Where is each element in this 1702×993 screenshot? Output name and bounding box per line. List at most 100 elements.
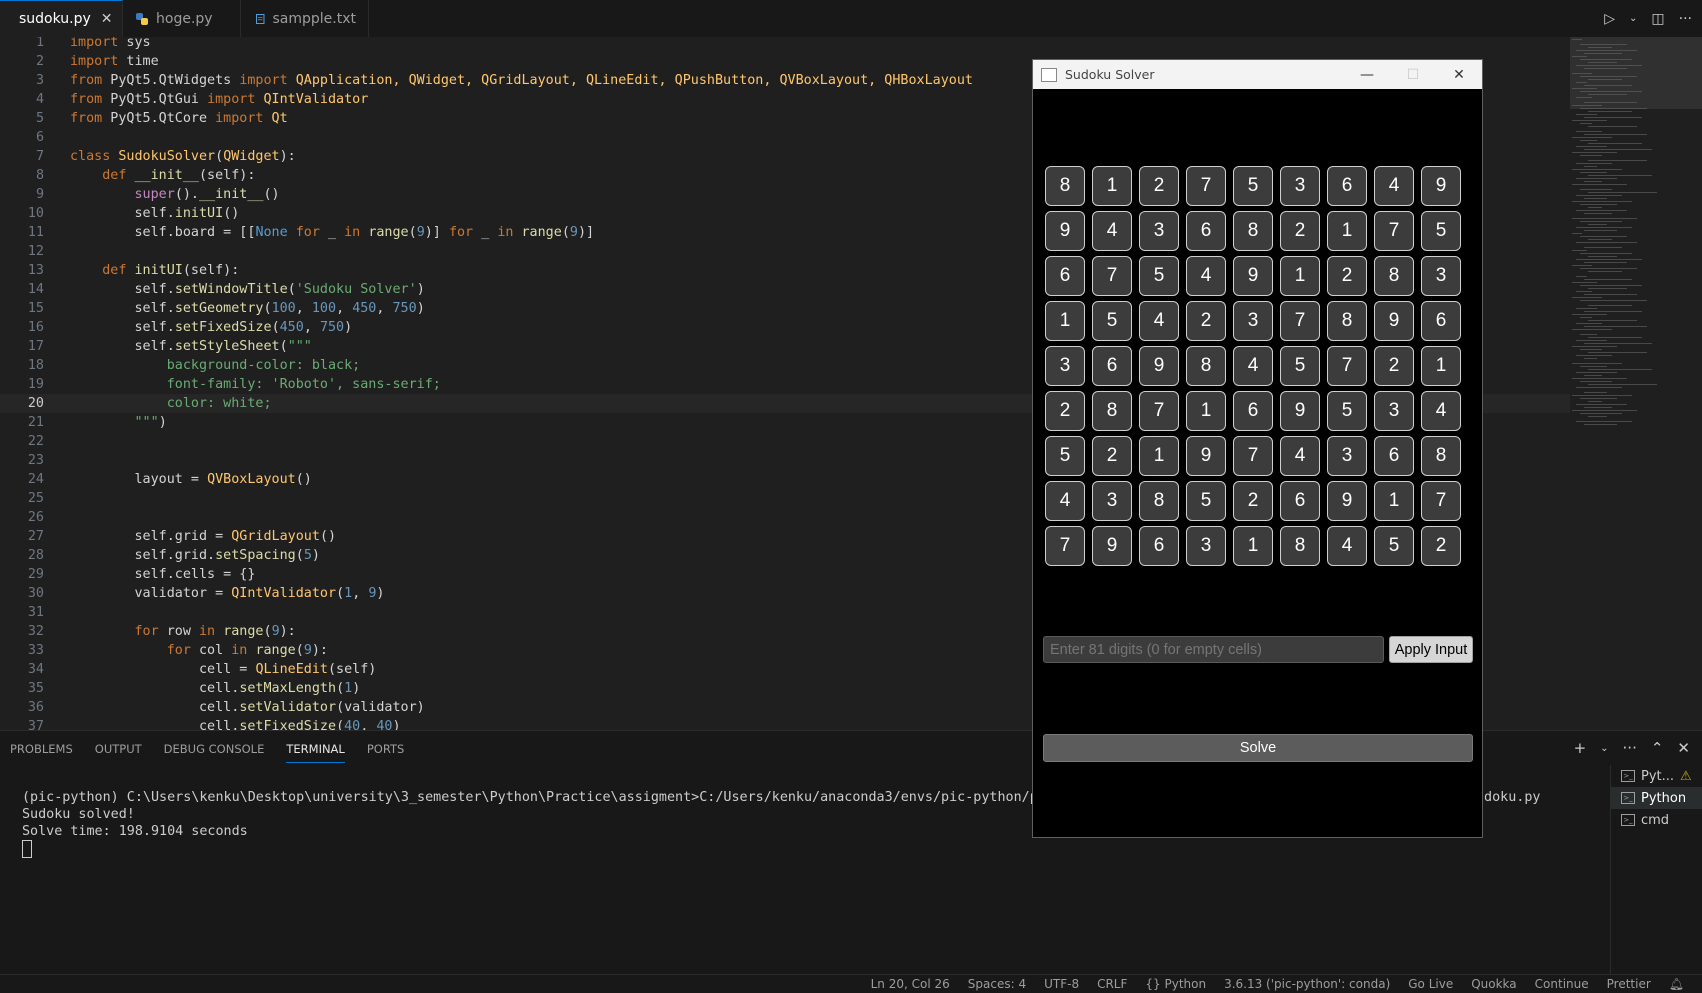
sudoku-cell[interactable]: 1 [1092, 166, 1132, 206]
sudoku-cell[interactable]: 1 [1280, 256, 1320, 296]
sudoku-cell[interactable]: 1 [1374, 481, 1414, 521]
status-language[interactable]: {} Python [1145, 977, 1206, 991]
minimize-button[interactable]: — [1344, 60, 1390, 89]
sudoku-cell[interactable]: 9 [1186, 436, 1226, 476]
digits-input[interactable] [1043, 636, 1384, 663]
sudoku-cell[interactable]: 4 [1186, 256, 1226, 296]
status-prettier[interactable]: Prettier [1607, 977, 1651, 991]
sudoku-cell[interactable]: 2 [1092, 436, 1132, 476]
status-go-live[interactable]: Go Live [1408, 977, 1453, 991]
more-icon[interactable]: ··· [1679, 11, 1692, 27]
apply-input-button[interactable]: Apply Input [1389, 636, 1473, 663]
window-title-bar[interactable]: Sudoku Solver — ☐ ✕ [1033, 60, 1482, 89]
close-button[interactable]: ✕ [1436, 60, 1482, 89]
sudoku-cell[interactable]: 4 [1374, 166, 1414, 206]
sudoku-cell[interactable]: 3 [1280, 166, 1320, 206]
sudoku-cell[interactable]: 9 [1139, 346, 1179, 386]
sudoku-cell[interactable]: 3 [1421, 256, 1461, 296]
sudoku-cell[interactable]: 1 [1421, 346, 1461, 386]
more-icon[interactable]: ··· [1623, 739, 1637, 757]
sudoku-cell[interactable]: 4 [1280, 436, 1320, 476]
sudoku-cell[interactable]: 6 [1421, 301, 1461, 341]
chevron-down-icon[interactable]: ⌄ [1600, 743, 1608, 754]
terminal-session-python[interactable]: >_ Python [1611, 787, 1702, 809]
status-cursor-position[interactable]: Ln 20, Col 26 [871, 977, 950, 991]
tab-output[interactable]: OUTPUT [95, 734, 142, 762]
sudoku-cell[interactable]: 2 [1374, 346, 1414, 386]
sudoku-cell[interactable]: 8 [1092, 391, 1132, 431]
status-encoding[interactable]: UTF-8 [1044, 977, 1079, 991]
sudoku-cell[interactable]: 3 [1233, 301, 1273, 341]
sudoku-cell[interactable]: 6 [1045, 256, 1085, 296]
terminal-session-cmd[interactable]: >_ cmd [1611, 809, 1702, 831]
sudoku-cell[interactable]: 6 [1233, 391, 1273, 431]
sudoku-cell[interactable]: 1 [1045, 301, 1085, 341]
sudoku-cell[interactable]: 6 [1139, 526, 1179, 566]
tab-sudoku-py[interactable]: sudoku.py ✕ [0, 0, 123, 37]
status-eol[interactable]: CRLF [1097, 977, 1127, 991]
sudoku-cell[interactable]: 2 [1186, 301, 1226, 341]
sudoku-cell[interactable]: 2 [1421, 526, 1461, 566]
status-interpreter[interactable]: 3.6.13 ('pic-python': conda) [1224, 977, 1390, 991]
sudoku-cell[interactable]: 1 [1186, 391, 1226, 431]
sudoku-cell[interactable]: 7 [1233, 436, 1273, 476]
sudoku-cell[interactable]: 8 [1233, 211, 1273, 251]
sudoku-cell[interactable]: 5 [1186, 481, 1226, 521]
tab-debug-console[interactable]: DEBUG CONSOLE [164, 734, 265, 762]
sudoku-cell[interactable]: 7 [1186, 166, 1226, 206]
sudoku-cell[interactable]: 4 [1421, 391, 1461, 431]
minimap[interactable] [1570, 37, 1702, 730]
terminal-output[interactable]: (pic-python) C:\Users\kenku\Desktop\univ… [22, 789, 1541, 858]
sudoku-cell[interactable]: 2 [1139, 166, 1179, 206]
sudoku-cell[interactable]: 8 [1045, 166, 1085, 206]
sudoku-cell[interactable]: 2 [1280, 211, 1320, 251]
chevron-down-icon[interactable]: ⌄ [1629, 13, 1637, 24]
sudoku-cell[interactable]: 7 [1045, 526, 1085, 566]
sudoku-cell[interactable]: 5 [1327, 391, 1367, 431]
sudoku-cell[interactable]: 7 [1327, 346, 1367, 386]
sudoku-cell[interactable]: 2 [1327, 256, 1367, 296]
sudoku-cell[interactable]: 5 [1045, 436, 1085, 476]
bell-icon[interactable]: 🔔︎ [1669, 977, 1684, 991]
sudoku-cell[interactable]: 7 [1280, 301, 1320, 341]
sudoku-cell[interactable]: 5 [1280, 346, 1320, 386]
tab-sampple-txt[interactable]: sampple.txt [241, 0, 369, 37]
sudoku-cell[interactable]: 3 [1374, 391, 1414, 431]
sudoku-cell[interactable]: 3 [1045, 346, 1085, 386]
sudoku-cell[interactable]: 8 [1186, 346, 1226, 386]
sudoku-cell[interactable]: 6 [1327, 166, 1367, 206]
sudoku-cell[interactable]: 9 [1045, 211, 1085, 251]
sudoku-cell[interactable]: 1 [1233, 526, 1273, 566]
maximize-panel-icon[interactable]: ⌃ [1651, 739, 1664, 757]
sudoku-cell[interactable]: 3 [1186, 526, 1226, 566]
sudoku-cell[interactable]: 7 [1421, 481, 1461, 521]
sudoku-cell[interactable]: 3 [1139, 211, 1179, 251]
sudoku-cell[interactable]: 4 [1045, 481, 1085, 521]
tab-terminal[interactable]: TERMINAL [286, 734, 345, 763]
run-icon[interactable]: ▷ [1604, 11, 1615, 27]
tab-problems[interactable]: PROBLEMS [10, 734, 73, 762]
sudoku-cell[interactable]: 8 [1327, 301, 1367, 341]
sudoku-cell[interactable]: 4 [1233, 346, 1273, 386]
tab-hoge-py[interactable]: hoge.py [123, 0, 241, 37]
close-panel-icon[interactable]: ✕ [1677, 739, 1690, 757]
sudoku-cell[interactable]: 8 [1139, 481, 1179, 521]
sudoku-cell[interactable]: 9 [1280, 391, 1320, 431]
status-continue[interactable]: Continue [1535, 977, 1589, 991]
sudoku-cell[interactable]: 7 [1139, 391, 1179, 431]
sudoku-cell[interactable]: 2 [1045, 391, 1085, 431]
sudoku-cell[interactable]: 9 [1233, 256, 1273, 296]
sudoku-cell[interactable]: 7 [1374, 211, 1414, 251]
sudoku-cell[interactable]: 1 [1327, 211, 1367, 251]
sudoku-cell[interactable]: 7 [1092, 256, 1132, 296]
sudoku-cell[interactable]: 3 [1327, 436, 1367, 476]
sudoku-cell[interactable]: 8 [1421, 436, 1461, 476]
close-icon[interactable]: ✕ [101, 11, 113, 27]
sudoku-cell[interactable]: 9 [1092, 526, 1132, 566]
sudoku-cell[interactable]: 4 [1092, 211, 1132, 251]
sudoku-cell[interactable]: 5 [1233, 166, 1273, 206]
sudoku-cell[interactable]: 5 [1139, 256, 1179, 296]
tab-ports[interactable]: PORTS [367, 734, 404, 762]
sudoku-cell[interactable]: 2 [1233, 481, 1273, 521]
sudoku-cell[interactable]: 9 [1327, 481, 1367, 521]
